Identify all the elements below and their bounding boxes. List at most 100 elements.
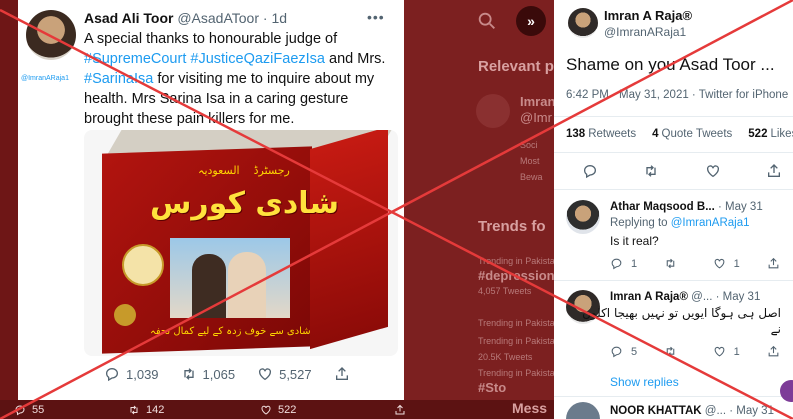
strip-reply-count: 55 <box>32 404 45 416</box>
author-name[interactable]: Imran A Raja® <box>604 8 692 23</box>
tweet-header: Asad Ali Toor @AsadAToor · 1d <box>84 10 287 26</box>
tweet-age[interactable]: 1d <box>271 10 287 26</box>
author-handle[interactable]: @AsadAToor <box>177 10 259 26</box>
reply-author-name[interactable]: Imran A Raja® <box>610 291 688 303</box>
retweet-button[interactable] <box>664 257 685 270</box>
author-name[interactable]: Asad Ali Toor <box>84 10 173 26</box>
more-options-icon[interactable]: ••• <box>367 9 385 25</box>
reply-date[interactable]: · May 31 <box>716 291 761 303</box>
relevant-avatar[interactable] <box>476 94 510 128</box>
quotes-stat[interactable]: 4 Quote Tweets <box>652 128 732 140</box>
relevant-people-heading: Relevant p <box>478 58 554 75</box>
heart-icon[interactable] <box>705 163 721 179</box>
heart-icon <box>714 346 724 357</box>
reply-handle[interactable]: @... <box>691 291 712 303</box>
retweet-icon <box>667 346 675 357</box>
reply-icon[interactable] <box>582 163 598 179</box>
author-handle[interactable]: @ImranARaja1 <box>604 25 686 39</box>
like-count: 1 <box>733 257 740 270</box>
like-button[interactable]: 1 <box>713 345 740 358</box>
reply-author-name[interactable]: NOOR KHATTAK <box>610 405 702 417</box>
hashtag-link[interactable]: #SarinaIsa <box>84 71 153 87</box>
reply-action-bar: 1 1 <box>610 257 788 270</box>
share-icon <box>395 404 405 415</box>
hashtag-link[interactable]: #JusticeQaziFaezIsa <box>190 51 325 67</box>
hashtag-link[interactable]: #SupremeCourt <box>84 51 186 67</box>
retweet-button[interactable] <box>664 345 685 358</box>
tweet-photo[interactable]: رجسٹرڈ السعودیہ شادی کورس شادی سے خوف زد… <box>84 130 398 356</box>
reply-author-name[interactable]: Athar Maqsood B... <box>610 201 715 213</box>
likes-stat[interactable]: 522Likes <box>748 128 793 140</box>
retweets-stat[interactable]: 138 Retweets <box>566 128 636 140</box>
like-button[interactable]: 1 <box>713 257 740 270</box>
replying-to-handle[interactable]: @ImranARaja1 <box>671 217 750 229</box>
heart-icon <box>259 368 272 381</box>
strip-share-button[interactable] <box>394 404 412 416</box>
relevant-name[interactable]: Imran <box>520 94 554 109</box>
share-icon[interactable] <box>766 163 782 179</box>
trend-tag[interactable]: #Sto <box>478 380 506 395</box>
reply-action-bar: 5 1 <box>610 345 788 358</box>
sidebar-faded-panel: » Relevant p Imran @Imr Soci Most Bewa T… <box>404 0 554 400</box>
box-seal-badge <box>122 244 164 286</box>
tweet-timestamp[interactable]: 6:42 PM · May 31, 2021 · Twitter for iPh… <box>566 89 788 101</box>
reply-button[interactable]: 5 <box>610 345 637 358</box>
tweet-action-bar: 1,039 1,065 5,527 <box>104 366 378 382</box>
author-avatar[interactable] <box>26 10 76 60</box>
share-icon <box>335 367 348 380</box>
tweet-text: Shame on you Asad Toor ... <box>566 55 775 74</box>
heart-icon <box>261 405 271 415</box>
reply-avatar[interactable] <box>566 200 600 234</box>
search-icon <box>478 12 495 29</box>
strip-retweet-button[interactable]: 142 <box>128 404 164 416</box>
relevant-bio-line: Most <box>520 156 540 166</box>
trend-count: 4,057 Tweets <box>478 286 532 296</box>
tweet-text-part: A special thanks to honourable judge of <box>84 31 338 47</box>
share-button[interactable] <box>767 257 788 270</box>
retweet-icon <box>183 368 194 380</box>
trend-tag[interactable]: #depression <box>478 268 554 283</box>
divider <box>554 189 793 190</box>
underlying-tweet-actions: 55 142 522 <box>0 400 560 419</box>
box-side-face <box>310 130 388 350</box>
reply-header: NOOR KHATTAK @... · May 31 <box>610 405 774 417</box>
reply-count: 5 <box>631 345 638 358</box>
reply-header: Imran A Raja® @... · May 31 <box>610 291 760 303</box>
messages-label[interactable]: Mess <box>512 400 547 416</box>
like-button[interactable]: 5,527 <box>257 366 312 382</box>
reply-date[interactable]: · May 31 <box>718 201 763 213</box>
left-tweet-card[interactable]: @ImranARaja1 Asad Ali Toor @AsadAToor · … <box>18 0 404 403</box>
separator-dot: · <box>262 10 268 26</box>
divider <box>554 396 793 397</box>
reply-handle[interactable]: @... <box>705 405 726 417</box>
share-button[interactable] <box>767 345 788 358</box>
retweet-icon[interactable] <box>643 163 659 179</box>
trend-meta: Trending in Pakistan <box>478 336 554 346</box>
share-button[interactable] <box>334 366 356 382</box>
reply-button[interactable]: 1 <box>610 257 637 270</box>
share-icon <box>768 345 779 357</box>
reply-button[interactable]: 1,039 <box>104 366 159 382</box>
reply-icon <box>611 346 622 358</box>
floating-action-button[interactable] <box>780 380 793 402</box>
tweet-text: A special thanks to honourable judge of … <box>84 29 398 129</box>
quotes-label: Quote Tweets <box>661 128 733 140</box>
author-avatar[interactable] <box>568 8 598 38</box>
reply-avatar[interactable] <box>566 402 600 419</box>
strip-like-count: 522 <box>278 404 297 416</box>
retweet-icon <box>667 258 675 269</box>
reply-count: 1 <box>631 257 638 270</box>
strip-reply-button[interactable]: 55 <box>14 404 44 416</box>
reply-count: 1,039 <box>126 366 159 382</box>
box-subtitle: شادی سے خوف زدہ کے لیے کمال تحفہ <box>150 326 311 337</box>
reply-text: اصل ہی ہوگا ایویں تو نہیں بھیجا اکلوں <box>582 306 781 320</box>
retweet-button[interactable]: 1,065 <box>181 366 235 382</box>
tweet-action-bar <box>582 163 782 179</box>
reply-date[interactable]: · May 31 <box>729 405 774 417</box>
show-replies-link[interactable]: Show replies <box>610 375 679 389</box>
strip-retweet-count: 142 <box>146 404 165 416</box>
expand-icon[interactable]: » <box>516 6 546 36</box>
strip-like-button[interactable]: 522 <box>260 404 296 416</box>
share-icon <box>768 257 779 269</box>
divider <box>554 280 793 281</box>
